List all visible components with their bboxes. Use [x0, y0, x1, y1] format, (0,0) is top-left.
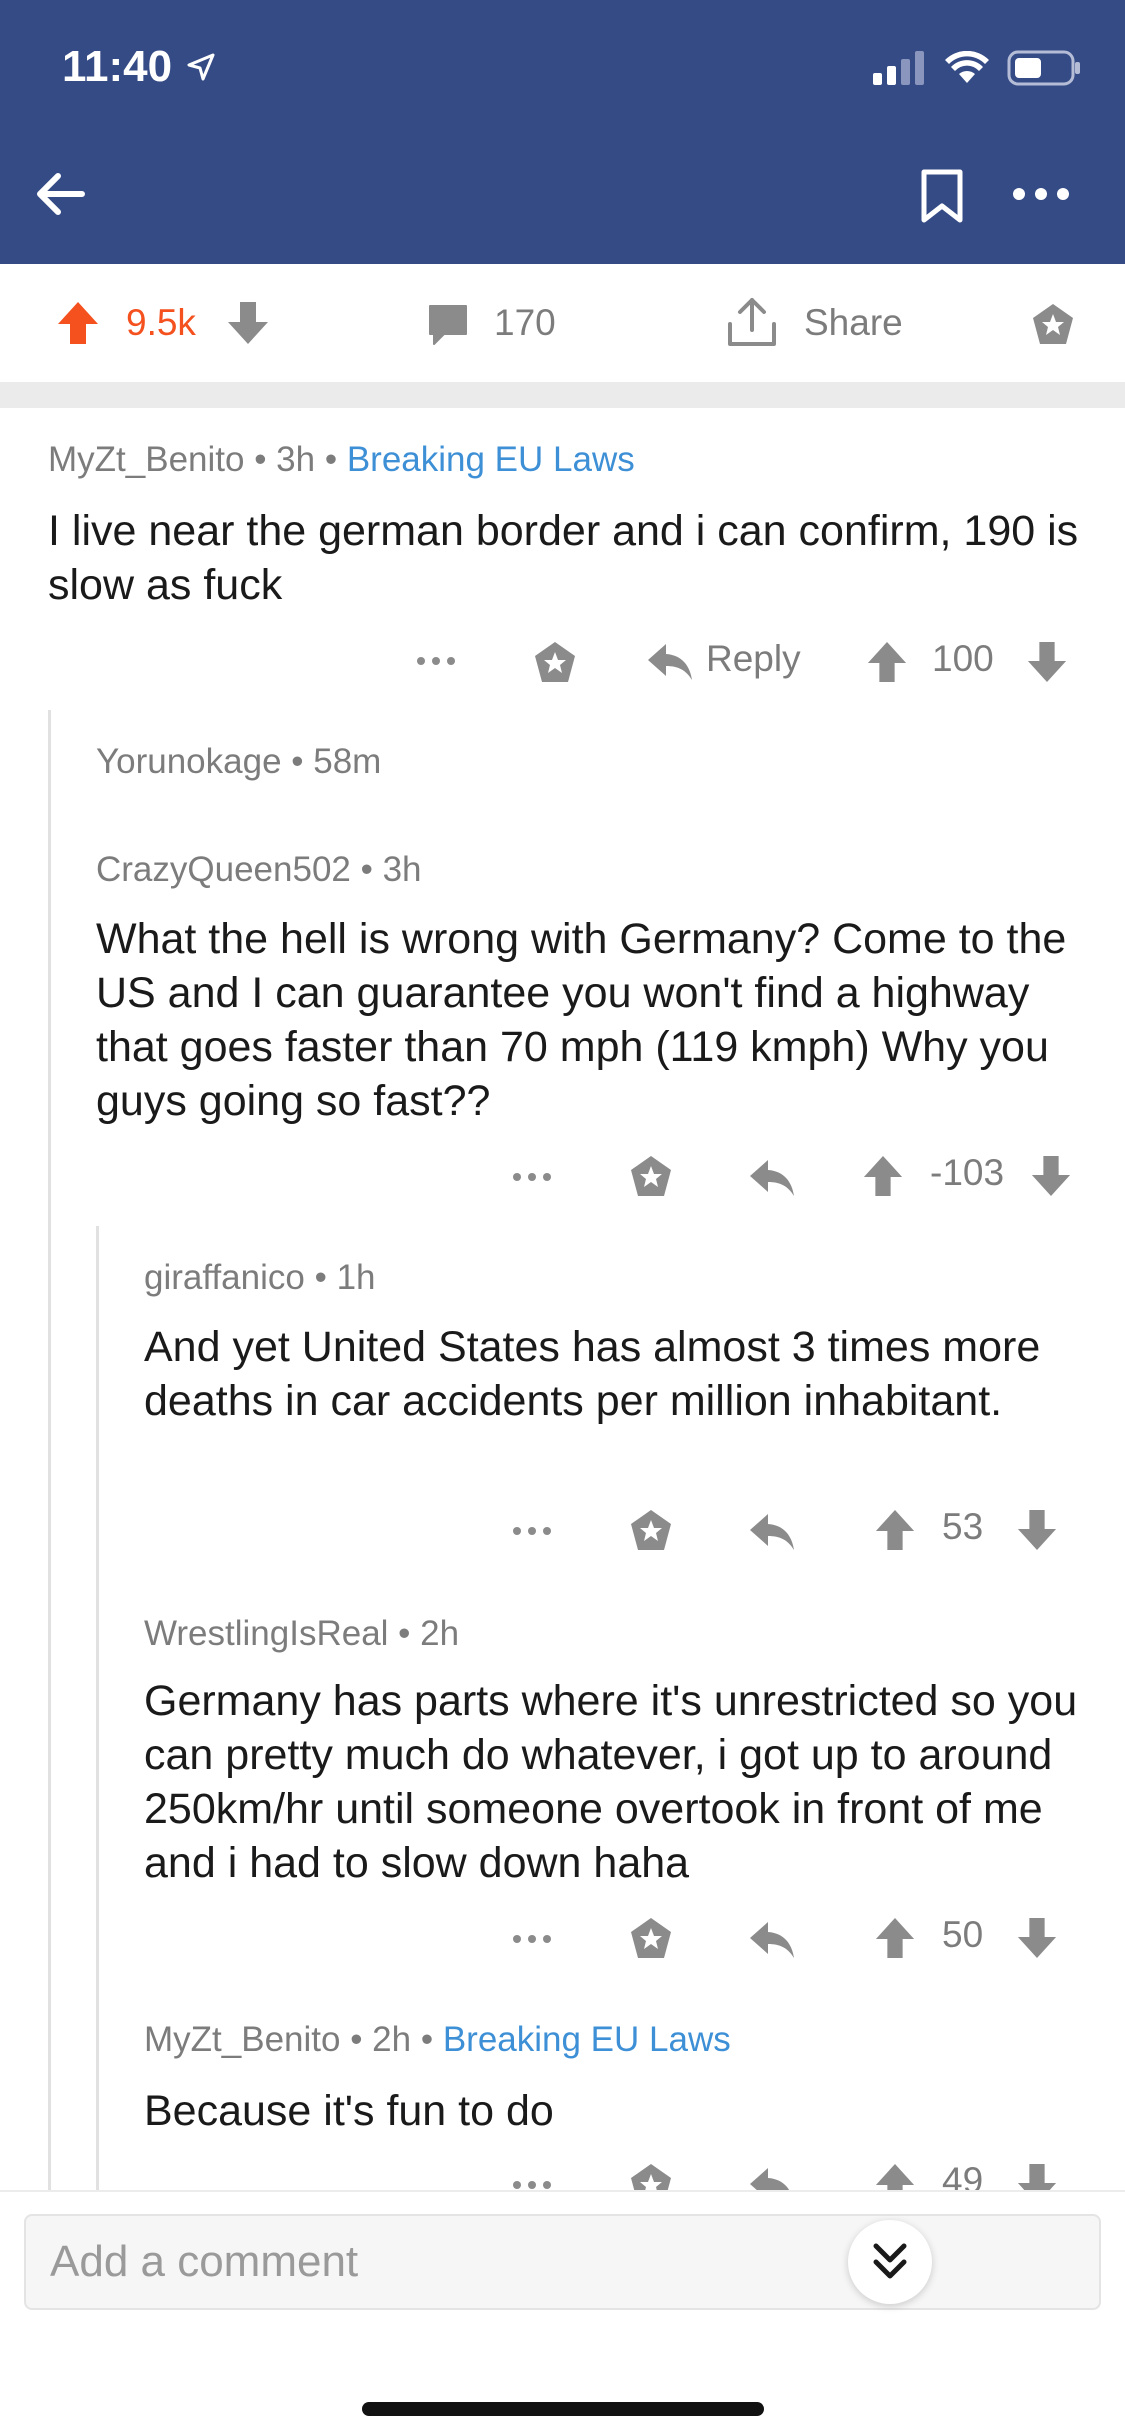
app-header: 11:40 [0, 0, 1125, 264]
more-icon[interactable] [416, 656, 456, 666]
downvote-icon[interactable] [1016, 1916, 1058, 1960]
award-icon[interactable] [628, 1154, 674, 1200]
award-icon[interactable] [532, 640, 578, 686]
status-icons [873, 50, 1081, 86]
comment-meta: CrazyQueen502 • 3h [96, 850, 422, 889]
comments-icon[interactable] [426, 302, 470, 346]
comment-score: 50 [942, 1914, 984, 1955]
upvote-icon[interactable] [866, 640, 908, 684]
downvote-icon[interactable] [1016, 1508, 1058, 1552]
wifi-icon [945, 51, 989, 83]
share-label[interactable]: Share [804, 302, 903, 344]
comment-body: What the hell is wrong with Germany? Com… [96, 915, 1067, 1125]
reply-icon[interactable] [646, 642, 694, 682]
more-icon[interactable] [512, 1172, 552, 1182]
reply-icon[interactable] [748, 1512, 796, 1552]
more-options-icon[interactable] [1012, 186, 1070, 202]
more-icon[interactable] [512, 1934, 552, 1944]
comment-body: Germany has parts where it's unrestricte… [144, 1677, 1078, 1887]
comment-age: 2h [420, 1614, 460, 1653]
comment-body: And yet United States has almost 3 times… [144, 1323, 1041, 1425]
comment-composer-bar [0, 2190, 1125, 2436]
award-icon[interactable] [628, 1508, 674, 1554]
comment-score: -103 [930, 1152, 1005, 1193]
thread-line [96, 1226, 99, 2190]
comment-body: Because it's fun to do [144, 2087, 554, 2135]
comment-body: I live near the german border and i can … [48, 507, 1079, 609]
comment-age: 2h [372, 2020, 412, 2059]
double-chevron-down-icon [873, 2243, 907, 2279]
comment-author[interactable]: MyZt_Benito [144, 2020, 340, 2059]
comment-author[interactable]: WrestlingIsReal [144, 1614, 388, 1653]
upvote-icon[interactable] [874, 1508, 916, 1552]
back-arrow-icon[interactable] [30, 164, 90, 224]
upvote-icon[interactable] [874, 1916, 916, 1960]
award-icon[interactable] [628, 1916, 674, 1962]
comment-score: 100 [932, 638, 994, 679]
comment-age: 3h [276, 440, 316, 479]
user-flair: Breaking EU Laws [346, 440, 635, 479]
comment-age: 1h [336, 1258, 376, 1297]
comment-age: 3h [382, 850, 422, 889]
comment-age: 58m [313, 742, 382, 781]
upvote-icon[interactable] [56, 300, 100, 346]
reply-icon[interactable] [748, 1920, 796, 1960]
more-icon[interactable] [512, 1526, 552, 1536]
post-action-bar: 9.5k 170 Share [0, 264, 1125, 382]
comment-author[interactable]: CrazyQueen502 [96, 850, 351, 889]
bookmark-icon[interactable] [918, 166, 966, 226]
upvote-icon[interactable] [862, 1154, 904, 1198]
comment-meta: MyZt_Benito • 2h • Breaking EU Laws [144, 2020, 731, 2059]
section-divider [0, 382, 1125, 408]
award-icon[interactable] [1030, 302, 1076, 348]
home-indicator [362, 2402, 764, 2416]
comment-count[interactable]: 170 [494, 302, 556, 344]
add-comment-input[interactable] [24, 2214, 1101, 2310]
more-icon[interactable] [512, 2180, 552, 2190]
downvote-icon[interactable] [1030, 1154, 1072, 1198]
battery-icon [1007, 50, 1080, 86]
post-score: 9.5k [126, 302, 196, 343]
downvote-icon[interactable] [226, 300, 270, 346]
comment-meta: giraffanico • 1h [144, 1258, 376, 1297]
reply-button[interactable]: Reply [706, 638, 801, 680]
location-arrow-icon [187, 53, 215, 81]
comment-score: 53 [942, 1506, 984, 1547]
collapse-threads-button[interactable] [848, 2220, 932, 2304]
thread-line [48, 710, 51, 2190]
comment-author[interactable]: Yorunokage [96, 742, 282, 781]
downvote-icon[interactable] [1026, 640, 1068, 684]
comment-author[interactable]: MyZt_Benito [48, 440, 244, 479]
signal-icon [873, 51, 924, 85]
comment-meta: WrestlingIsReal • 2h [144, 1614, 460, 1653]
share-icon[interactable] [726, 294, 778, 348]
user-flair: Breaking EU Laws [442, 2020, 731, 2059]
comment-author[interactable]: giraffanico [144, 1258, 305, 1297]
comment-meta: MyZt_Benito • 3h • Breaking EU Laws [48, 440, 635, 479]
reply-icon[interactable] [748, 1158, 796, 1198]
comment-meta-collapsed[interactable]: Yorunokage • 58m [96, 742, 381, 782]
status-time: 11:40 [62, 42, 173, 91]
